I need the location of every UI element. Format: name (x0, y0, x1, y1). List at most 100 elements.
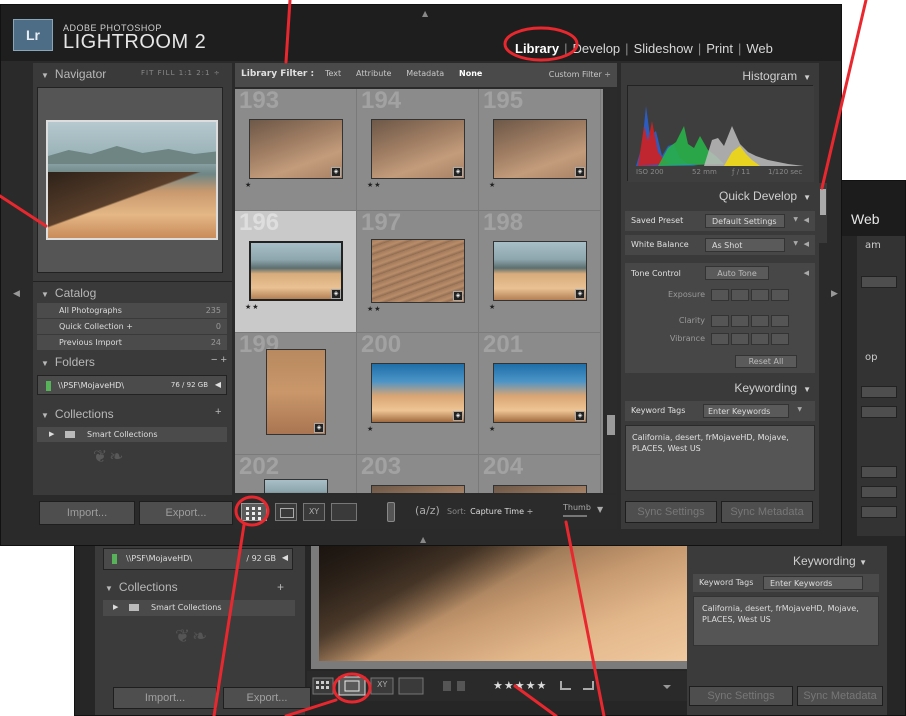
plus-icon[interactable]: + (277, 580, 284, 594)
grid-cell[interactable]: 201 ◈ ★ (479, 331, 601, 455)
sync-settings-button[interactable]: Sync Settings (625, 501, 717, 523)
photo-thumbnail[interactable] (264, 479, 328, 493)
triangle-left-icon[interactable]: ◀ (804, 240, 809, 248)
keywords-text[interactable]: California, desert, frMojaveHD, Mojave, … (625, 425, 815, 491)
back-collections-header[interactable]: ▼ Collections + (105, 580, 284, 594)
increase-button[interactable] (751, 315, 769, 327)
triangle-up-icon[interactable]: ▲ (422, 9, 428, 18)
star-rating[interactable]: ★ (489, 181, 496, 189)
back-export-button[interactable]: Export... (223, 687, 311, 709)
folders-header[interactable]: ▼ Folders − + (33, 353, 232, 371)
catalog-item-previous-import[interactable]: Previous Import 24 (37, 335, 227, 350)
triangle-down-icon[interactable]: ▲ (420, 535, 426, 544)
star-rating[interactable]: ★ (367, 425, 374, 433)
photo-thumbnail[interactable] (371, 239, 465, 303)
catalog-item-all-photographs[interactable]: All Photographs 235 (37, 303, 227, 318)
star-rating[interactable]: ★ (489, 425, 496, 433)
star-rating[interactable]: ★★ (367, 305, 382, 313)
grid-cell[interactable]: 204 (479, 453, 601, 493)
star-rating[interactable]: ★★ (367, 181, 382, 189)
photo-thumbnail[interactable] (371, 363, 465, 423)
keywording-header[interactable]: Keywording ▼ (734, 381, 811, 395)
quick-develop-header[interactable]: Quick Develop ▼ (719, 189, 811, 203)
smart-collections-item[interactable]: ▶ Smart Collections (37, 427, 227, 442)
filter-text[interactable]: Text (325, 69, 341, 78)
add-remove-folder-icons[interactable]: − + (211, 354, 227, 366)
navigator-zoom-options[interactable]: FIT FILL 1:1 2:1 ÷ (141, 69, 221, 77)
back-folder-row[interactable]: \\PSF\MojaveHD\ / 92 GB ◀ (103, 548, 293, 570)
sync-metadata-button[interactable]: Sync Metadata (721, 501, 813, 523)
metadata-badge-icon[interactable]: ◈ (453, 291, 463, 301)
photo-thumbnail[interactable] (249, 119, 343, 179)
photo-thumbnail[interactable] (371, 485, 465, 493)
photo-thumbnail[interactable] (493, 119, 587, 179)
module-web-back[interactable]: Web (851, 211, 880, 227)
grid-cell[interactable]: 200 ◈ ★ (357, 331, 479, 455)
metadata-badge-icon[interactable]: ◈ (575, 289, 585, 299)
auto-tone-button[interactable]: Auto Tone (705, 266, 769, 280)
catalog-header[interactable]: ▼ Catalog (33, 281, 232, 300)
module-library[interactable]: Library (515, 41, 559, 56)
photo-thumbnail[interactable] (493, 363, 587, 423)
grid-scrollbar[interactable] (605, 89, 617, 493)
increase-button[interactable] (751, 333, 769, 345)
back-import-button[interactable]: Import... (113, 687, 217, 709)
photo-thumbnail[interactable] (249, 241, 343, 301)
metadata-badge-icon[interactable]: ◈ (575, 411, 585, 421)
increase-large-button[interactable] (771, 333, 789, 345)
star-rating[interactable]: ★ (245, 181, 252, 189)
decrease-large-button[interactable] (711, 289, 729, 301)
plus-icon[interactable]: + (215, 406, 221, 418)
decrease-button[interactable] (731, 289, 749, 301)
metadata-badge-icon[interactable]: ◈ (331, 289, 341, 299)
grid-cell[interactable]: 194 ◈ ★★ (357, 89, 479, 211)
folder-item[interactable]: \\PSF\MojaveHD\ 76 / 92 GB ◀ (37, 375, 227, 395)
catalog-item-quick-collection[interactable]: Quick Collection + 0 (37, 319, 227, 334)
star-rating[interactable]: ★★★★★ (493, 679, 547, 692)
scroll-thumb[interactable] (820, 189, 826, 215)
grid-cell[interactable]: 195 ◈ ★ (479, 89, 601, 211)
triangle-left-icon[interactable]: ◀ (13, 289, 20, 299)
grid-cell[interactable]: 198 ◈ ★ (479, 209, 601, 333)
back-sync-metadata-button[interactable]: Sync Metadata (797, 686, 883, 706)
grid-cell[interactable]: 203 (357, 453, 479, 493)
grid-view-icon[interactable] (241, 503, 267, 521)
sort-control[interactable]: Sort: Capture Time ÷ (447, 507, 533, 516)
loupe-view-icon[interactable] (275, 503, 297, 521)
photo-thumbnail[interactable] (493, 485, 587, 493)
increase-large-button[interactable] (771, 289, 789, 301)
grid-cell[interactable]: 197 ◈ ★★ (357, 209, 479, 333)
metadata-badge-icon[interactable]: ◈ (331, 167, 341, 177)
increase-large-button[interactable] (771, 315, 789, 327)
grid-cell[interactable]: 199 ◈ (235, 331, 357, 455)
star-rating[interactable]: ★★ (245, 303, 260, 311)
back-sync-settings-button[interactable]: Sync Settings (689, 686, 793, 706)
white-balance-select[interactable]: As Shot (705, 238, 798, 252)
painter-spray-icon[interactable] (387, 502, 395, 522)
star-rating[interactable]: ★ (489, 303, 496, 311)
photo-thumbnail[interactable] (493, 241, 587, 301)
navigator-image[interactable] (46, 120, 218, 240)
collections-header[interactable]: ▼ Collections + (33, 405, 232, 423)
survey-view-icon[interactable] (331, 503, 357, 521)
grid-cell[interactable]: 202 (235, 453, 357, 493)
scroll-thumb[interactable] (607, 415, 615, 435)
loupe-photo[interactable] (319, 536, 689, 661)
import-button[interactable]: Import... (39, 501, 135, 525)
triangle-right-icon[interactable]: ▶ (831, 289, 838, 299)
triangle-left-icon[interactable]: ◀ (804, 216, 809, 224)
keyword-mode-select[interactable]: Enter Keywords (703, 404, 802, 418)
module-develop[interactable]: Develop (572, 41, 620, 56)
module-print[interactable]: Print (706, 41, 733, 56)
back-keywording-header[interactable]: Keywording ▼ (793, 554, 867, 568)
metadata-badge-icon[interactable]: ◈ (314, 423, 324, 433)
increase-button[interactable] (751, 289, 769, 301)
back-keywords-text[interactable]: California, desert, frMojaveHD, Mojave, … (693, 596, 879, 646)
grid-cell[interactable]: 193 ◈ ★ (235, 89, 357, 211)
saved-preset-select[interactable]: Default Settings (705, 214, 798, 228)
thumbnail-size-slider[interactable] (563, 515, 587, 517)
filter-preset-select[interactable]: Custom Filter ÷ (549, 70, 611, 79)
back-keyword-mode-select[interactable]: Enter Keywords (763, 576, 863, 590)
back-smart-collections[interactable]: ▶ Smart Collections (103, 600, 295, 616)
decrease-large-button[interactable] (711, 315, 729, 327)
